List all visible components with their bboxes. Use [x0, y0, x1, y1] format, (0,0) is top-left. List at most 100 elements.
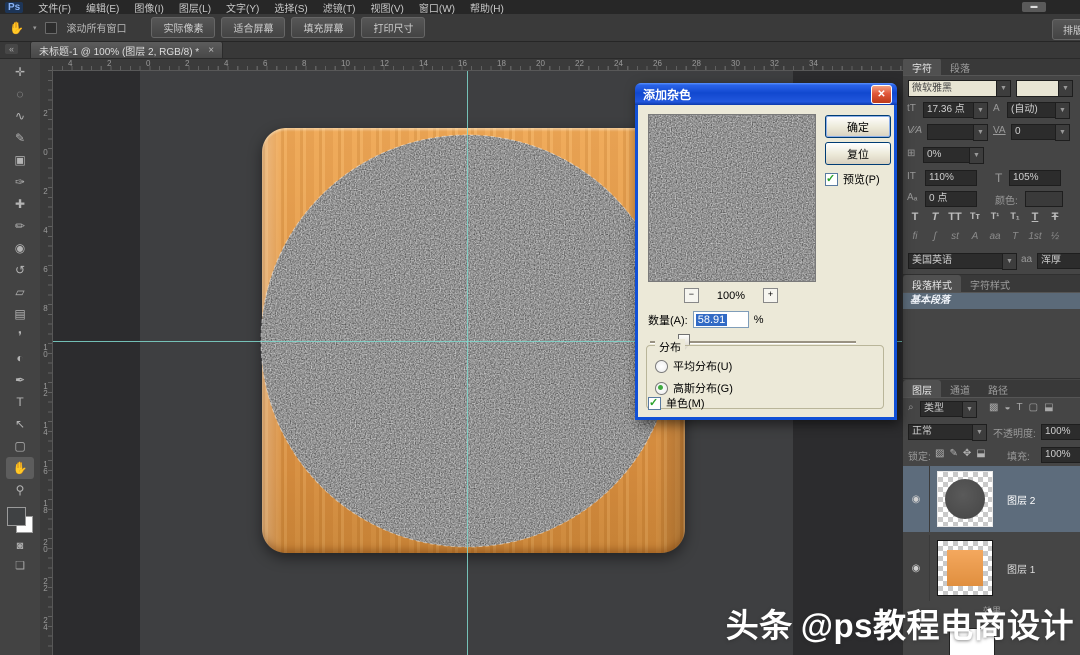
- opentype-button[interactable]: ʃ: [927, 231, 943, 242]
- font-size-dropdown-icon[interactable]: ▼: [973, 102, 988, 119]
- tab-channels[interactable]: 通道: [941, 380, 979, 397]
- filter-adjustment-layers-icon[interactable]: ◒: [1004, 402, 1010, 413]
- hand-tool[interactable]: ✋: [6, 457, 34, 479]
- opentype-button[interactable]: 1st: [1027, 231, 1043, 242]
- filter-pixel-layers-icon[interactable]: ▩: [989, 402, 998, 413]
- font-style-field[interactable]: [1016, 80, 1064, 97]
- monochromatic-checkbox[interactable]: [648, 397, 661, 410]
- horizontal-scale-field[interactable]: 105%: [1009, 170, 1061, 186]
- clone-stamp-tool[interactable]: ◉: [6, 237, 34, 259]
- kerning-dropdown-icon[interactable]: ▼: [973, 124, 988, 141]
- text-color-swatch[interactable]: [1025, 191, 1063, 207]
- document-tab[interactable]: 未标题-1 @ 100% (图层 2, RGB/8) * ×: [30, 41, 223, 58]
- lock-all-icon[interactable]: ⬓: [976, 448, 985, 459]
- filter-type-layers-icon[interactable]: T: [1017, 402, 1023, 413]
- tab-character-styles[interactable]: 字符样式: [961, 275, 1019, 292]
- tab-character[interactable]: 字符: [903, 58, 941, 75]
- layer-filter-dropdown-icon[interactable]: ▼: [962, 401, 977, 418]
- menu-item[interactable]: 文字(Y): [226, 0, 259, 15]
- text-style-button[interactable]: T₁: [1007, 211, 1023, 223]
- opentype-button[interactable]: fi: [907, 231, 923, 242]
- workspace-switcher-button[interactable]: 排版: [1052, 19, 1080, 40]
- layer-row-1[interactable]: ◉ 图层 1: [903, 535, 1080, 601]
- gaussian-radio[interactable]: [655, 382, 668, 395]
- layer-filter-kind-field[interactable]: 类型: [920, 401, 968, 417]
- text-style-button[interactable]: Ŧ: [1047, 211, 1063, 223]
- close-icon[interactable]: ✕: [871, 85, 892, 104]
- opentype-button[interactable]: ½: [1047, 231, 1063, 242]
- blur-tool[interactable]: ❜: [6, 325, 34, 347]
- brush-tool[interactable]: ✏: [6, 215, 34, 237]
- font-family-field[interactable]: 微软雅黑: [908, 80, 1002, 97]
- opentype-button[interactable]: T: [1007, 231, 1023, 242]
- menu-item[interactable]: 选择(S): [274, 0, 307, 15]
- tracking-dropdown-icon[interactable]: ▼: [1055, 124, 1070, 141]
- layer-visibility-icon[interactable]: ◉: [903, 466, 930, 532]
- tracking-field[interactable]: 0: [1011, 124, 1061, 140]
- tab-paths[interactable]: 路径: [979, 380, 1017, 397]
- zoom-out-button[interactable]: −: [684, 288, 699, 303]
- lock-transparent-pixels-icon[interactable]: ▨: [935, 448, 944, 459]
- basic-paragraph-item[interactable]: 基本段落: [903, 293, 1080, 309]
- color-swatches[interactable]: [7, 507, 33, 533]
- preview-checkbox-row[interactable]: 预览(P): [825, 171, 880, 187]
- tool-preset-dropdown-icon[interactable]: ▾: [33, 24, 37, 32]
- layer-row-2[interactable]: ◉ 图层 2: [903, 466, 1080, 532]
- fill-field[interactable]: 100%: [1041, 447, 1080, 463]
- layer-2-thumbnail[interactable]: [937, 471, 993, 527]
- menu-item[interactable]: 滤镜(T): [323, 0, 356, 15]
- noise-preview[interactable]: [648, 114, 816, 282]
- history-brush-tool[interactable]: ↺: [6, 259, 34, 281]
- reset-button[interactable]: 复位: [825, 142, 891, 165]
- blend-mode-dropdown-icon[interactable]: ▼: [972, 424, 987, 441]
- options-button[interactable]: 实际像素: [151, 17, 215, 38]
- opentype-button[interactable]: A: [967, 231, 983, 242]
- layer-1-thumbnail[interactable]: [937, 540, 993, 596]
- gaussian-radio-row[interactable]: 高斯分布(G): [655, 380, 733, 396]
- lock-position-icon[interactable]: ✥: [963, 448, 971, 459]
- eraser-tool[interactable]: ▱: [6, 281, 34, 303]
- tab-paragraph-styles[interactable]: 段落样式: [903, 275, 961, 292]
- shape-tool[interactable]: ▢: [6, 435, 34, 457]
- menu-item[interactable]: 视图(V): [371, 0, 404, 15]
- text-style-button[interactable]: T: [927, 211, 943, 223]
- menu-item[interactable]: 图层(L): [179, 0, 211, 15]
- collapse-panels-icon[interactable]: «: [5, 44, 18, 54]
- text-style-button[interactable]: TT: [947, 211, 963, 223]
- screen-mode-button[interactable]: ❏: [15, 559, 25, 572]
- dialog-title-bar[interactable]: 添加杂色 ✕: [635, 83, 897, 105]
- menu-item[interactable]: 窗口(W): [419, 0, 455, 15]
- font-family-dropdown-icon[interactable]: ▼: [996, 80, 1011, 97]
- marquee-tool[interactable]: ◌: [6, 83, 34, 105]
- options-button[interactable]: 填充屏幕: [291, 17, 355, 38]
- eyedropper-tool[interactable]: ✑: [6, 171, 34, 193]
- ok-button[interactable]: 确定: [825, 115, 891, 138]
- proportional-spacing-dropdown-icon[interactable]: ▼: [969, 147, 984, 164]
- close-tab-icon[interactable]: ×: [208, 45, 214, 56]
- preview-checkbox[interactable]: [825, 173, 838, 186]
- font-style-dropdown-icon[interactable]: ▼: [1058, 80, 1073, 97]
- menu-item[interactable]: 文件(F): [38, 0, 71, 15]
- layer-visibility-icon[interactable]: ◉: [903, 535, 930, 601]
- zoom-in-button[interactable]: +: [763, 288, 778, 303]
- anti-alias-field[interactable]: 浑厚: [1037, 253, 1080, 269]
- opacity-field[interactable]: 100%: [1041, 424, 1080, 440]
- zoom-tool[interactable]: ⚲: [6, 479, 34, 501]
- text-style-button[interactable]: T¹: [987, 211, 1003, 223]
- text-style-button[interactable]: T: [907, 211, 923, 223]
- proportional-spacing-field[interactable]: 0%: [923, 147, 975, 163]
- layer-name[interactable]: 图层 2: [1007, 492, 1035, 507]
- amount-input[interactable]: 58.91: [693, 311, 749, 328]
- path-selection-tool[interactable]: ↖: [6, 413, 34, 435]
- font-size-field[interactable]: 17.36 点: [923, 102, 979, 118]
- opentype-button[interactable]: aa: [987, 231, 1003, 242]
- vertical-scale-field[interactable]: 110%: [925, 170, 977, 186]
- menu-item[interactable]: 帮助(H): [470, 0, 504, 15]
- uniform-radio[interactable]: [655, 360, 668, 373]
- options-button[interactable]: 适合屏幕: [221, 17, 285, 38]
- language-dropdown-icon[interactable]: ▼: [1002, 253, 1017, 270]
- vertical-guide[interactable]: [467, 70, 468, 655]
- lasso-tool[interactable]: ∿: [6, 105, 34, 127]
- menu-item[interactable]: 图像(I): [134, 0, 163, 15]
- menu-item[interactable]: 编辑(E): [86, 0, 119, 15]
